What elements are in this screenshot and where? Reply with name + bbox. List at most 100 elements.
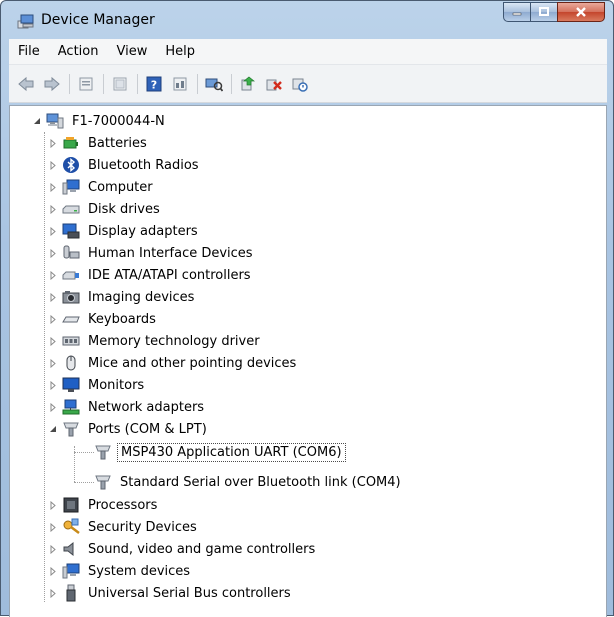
uninstall-button[interactable] — [263, 73, 285, 95]
tree-category-disk-drives[interactable]: Disk drives — [48, 198, 163, 220]
tree-category-system-devices[interactable]: System devices — [48, 560, 193, 582]
tree-category-label: Computer — [88, 179, 153, 195]
computer-icon — [46, 112, 64, 130]
forward-button[interactable] — [41, 73, 63, 95]
show-hidden-button[interactable] — [109, 73, 131, 95]
expand-arrow-icon[interactable] — [48, 588, 58, 598]
update-driver-button[interactable] — [237, 73, 259, 95]
maximize-icon — [539, 7, 549, 16]
menu-view[interactable]: View — [107, 44, 156, 59]
tree-category-label: Disk drives — [88, 201, 160, 217]
tree-category-usb-controllers[interactable]: Universal Serial Bus controllers — [48, 582, 294, 604]
window-title: Device Manager — [41, 12, 155, 28]
tree-category-label: Ports (COM & LPT) — [88, 421, 207, 437]
tree-category-label: System devices — [88, 563, 191, 579]
tree-category-security-devices[interactable]: Security Devices — [48, 516, 200, 538]
update-driver-icon — [241, 76, 255, 90]
tree-category-mice[interactable]: Mice and other pointing devices — [48, 352, 299, 374]
tree-category-ports[interactable]: Ports (COM & LPT) — [48, 418, 210, 440]
tree-category-batteries[interactable]: Batteries — [48, 132, 150, 154]
port-icon — [62, 420, 80, 438]
tree-root-label: F1-7000044-N — [72, 113, 165, 129]
tree-category-label: IDE ATA/ATAPI controllers — [88, 267, 251, 283]
tree-connector — [44, 132, 45, 602]
toolbar-separator — [69, 73, 70, 94]
tree-device-msp430-uart[interactable]: MSP430 Application UART (COM6) — [90, 441, 346, 463]
view-button[interactable] — [169, 73, 191, 95]
tree-category-label: Security Devices — [88, 519, 197, 535]
scan-hardware-button[interactable] — [203, 73, 225, 95]
toolbar-separator — [137, 73, 138, 94]
expand-arrow-icon[interactable] — [48, 566, 58, 576]
tree-device-label: Standard Serial over Bluetooth link (COM… — [120, 474, 401, 490]
expand-arrow-icon[interactable] — [48, 160, 58, 170]
expand-arrow-icon[interactable] — [48, 314, 58, 324]
tree-category-processors[interactable]: Processors — [48, 494, 160, 516]
tree-root[interactable]: F1-7000044-N — [32, 110, 168, 132]
collapse-arrow-icon[interactable] — [48, 424, 58, 434]
minimize-button[interactable] — [503, 2, 530, 22]
maximize-button[interactable] — [530, 2, 557, 22]
tree-category-display-adapters[interactable]: Display adapters — [48, 220, 201, 242]
port-icon — [94, 473, 112, 491]
expand-arrow-icon[interactable] — [48, 544, 58, 554]
toolbar-separator — [103, 73, 104, 94]
expand-arrow-icon[interactable] — [48, 380, 58, 390]
tree-category-network-adapters[interactable]: Network adapters — [48, 396, 207, 418]
menu-bar: File Action View Help — [9, 39, 607, 65]
tree-category-keyboards[interactable]: Keyboards — [48, 308, 159, 330]
help-button[interactable]: ? — [143, 73, 165, 95]
expand-arrow-icon[interactable] — [48, 182, 58, 192]
tree-category-memory-technology-driver[interactable]: Memory technology driver — [48, 330, 263, 352]
expand-arrow-icon[interactable] — [48, 204, 58, 214]
expand-arrow-icon[interactable] — [48, 292, 58, 302]
system-devices-icon — [62, 562, 80, 580]
disk-drive-icon — [62, 200, 80, 218]
device-tree: F1-7000044-N Batteries Bluetooth Radios … — [9, 105, 607, 617]
forward-arrow-icon — [44, 76, 60, 91]
network-adapter-icon — [62, 398, 80, 416]
back-button[interactable] — [15, 73, 37, 95]
tree-device-bluetooth-serial[interactable]: Standard Serial over Bluetooth link (COM… — [90, 471, 404, 493]
tree-category-sound-video-game[interactable]: Sound, video and game controllers — [48, 538, 318, 560]
collapse-arrow-icon[interactable] — [32, 116, 42, 126]
expand-arrow-icon[interactable] — [48, 138, 58, 148]
minimize-icon — [512, 12, 522, 16]
expand-arrow-icon[interactable] — [48, 336, 58, 346]
svg-text:?: ? — [151, 78, 157, 91]
tree-category-label: Memory technology driver — [88, 333, 260, 349]
tree-category-monitors[interactable]: Monitors — [48, 374, 147, 396]
expand-arrow-icon[interactable] — [48, 402, 58, 412]
title-bar[interactable]: Device Manager — [1, 1, 613, 39]
tree-category-bluetooth-radios[interactable]: Bluetooth Radios — [48, 154, 202, 176]
tree-category-label: Human Interface Devices — [88, 245, 253, 261]
expand-arrow-icon[interactable] — [48, 358, 58, 368]
menu-action[interactable]: Action — [49, 44, 108, 59]
processor-icon — [62, 496, 80, 514]
port-icon — [94, 443, 112, 461]
tree-category-label: Batteries — [88, 135, 147, 151]
expand-arrow-icon[interactable] — [48, 248, 58, 258]
tree-category-ide-controllers[interactable]: IDE ATA/ATAPI controllers — [48, 264, 254, 286]
back-arrow-icon — [18, 76, 34, 91]
tree-category-imaging-devices[interactable]: Imaging devices — [48, 286, 197, 308]
tree-category-label: Sound, video and game controllers — [88, 541, 316, 557]
tree-category-label: Monitors — [88, 377, 145, 393]
device-manager-icon — [17, 12, 35, 30]
expand-arrow-icon[interactable] — [48, 500, 58, 510]
expand-arrow-icon[interactable] — [48, 226, 58, 236]
disable-device-button[interactable] — [289, 73, 311, 95]
uninstall-icon — [266, 79, 282, 90]
tree-category-label: Mice and other pointing devices — [88, 355, 297, 371]
menu-help[interactable]: Help — [156, 44, 204, 59]
properties-button[interactable] — [75, 73, 97, 95]
disable-device-icon — [292, 78, 308, 92]
expand-arrow-icon[interactable] — [48, 522, 58, 532]
tree-category-computer[interactable]: Computer — [48, 176, 156, 198]
expand-arrow-icon[interactable] — [48, 270, 58, 280]
menu-file[interactable]: File — [9, 44, 49, 59]
tree-category-human-interface-devices[interactable]: Human Interface Devices — [48, 242, 256, 264]
close-button[interactable] — [557, 2, 605, 22]
tree-category-label: Network adapters — [88, 399, 205, 415]
hid-icon — [62, 244, 80, 262]
